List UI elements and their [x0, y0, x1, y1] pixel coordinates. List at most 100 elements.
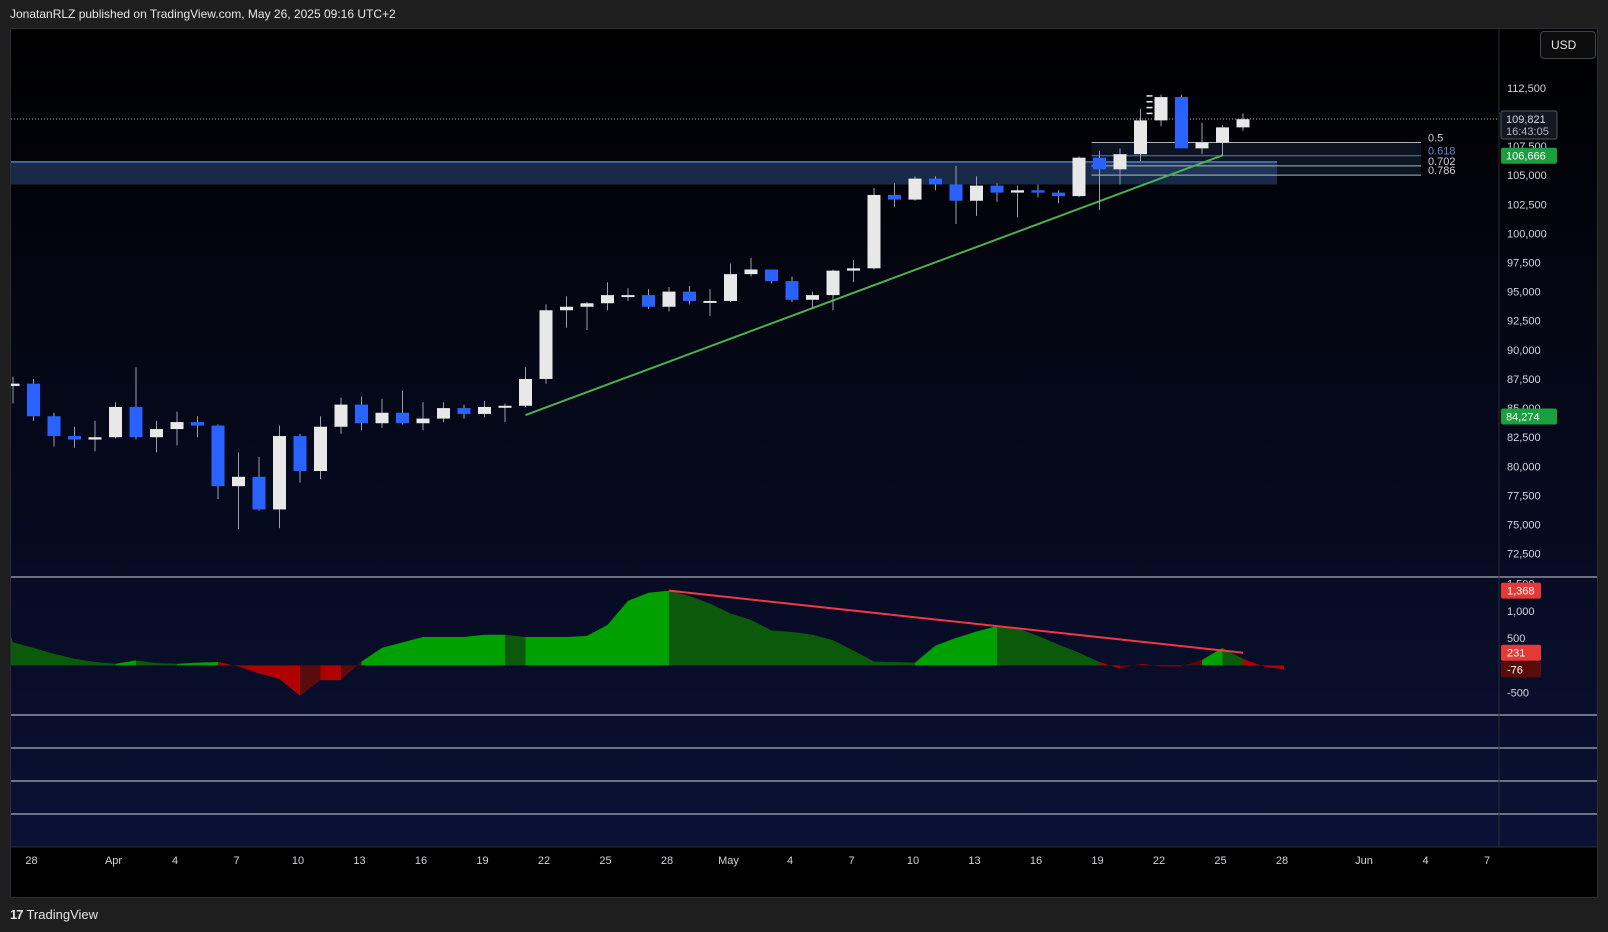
time-axis-label: 16 [415, 855, 427, 867]
time-axis-label: 7 [233, 855, 239, 867]
candle-body [621, 295, 635, 298]
oscillator-segment [1161, 665, 1182, 667]
candle-body [191, 422, 204, 426]
time-axis-label: Jun [1355, 855, 1373, 867]
oscillator-segment [894, 662, 915, 666]
oscillator-segment [997, 626, 1018, 666]
candle-body [1236, 119, 1250, 128]
candle-body [314, 426, 327, 471]
candle-body [1052, 192, 1065, 197]
oscillator-badge-text: 231 [1507, 648, 1525, 660]
time-axis-label: 7 [848, 855, 854, 867]
time-axis-label: 10 [292, 855, 304, 867]
oscillator-segment [976, 626, 997, 666]
supply-zone [11, 161, 1277, 185]
price-badge-text: 109,821 [1506, 114, 1546, 126]
time-axis-label: 13 [353, 855, 365, 867]
price-axis-label: 87,500 [1507, 374, 1541, 386]
publisher-header: JonatanRLZ published on TradingView.com,… [0, 0, 1608, 28]
candle-body [498, 405, 512, 408]
currency-button[interactable]: USD [1540, 31, 1596, 59]
candle-body [1195, 142, 1209, 149]
price-axis-label: 75,000 [1507, 520, 1541, 532]
candle-body [252, 476, 266, 510]
oscillator-axis-label: 1,000 [1507, 606, 1535, 618]
price-badge-text: 84,274 [1506, 412, 1540, 424]
price-badge-countdown: 16:43:05 [1506, 126, 1549, 138]
candle-body [273, 436, 286, 510]
oscillator-segment [197, 662, 218, 666]
candle-body [847, 268, 860, 271]
candle-body [27, 383, 40, 417]
price-axis-label: 100,000 [1507, 228, 1547, 240]
tradingview-logo[interactable]: 17 TradingView [10, 907, 98, 922]
candle-body [703, 300, 717, 303]
candle-body [109, 406, 122, 438]
time-axis-label: 19 [1091, 855, 1103, 867]
candle-body [1031, 190, 1045, 193]
oscillator-segment [689, 596, 710, 666]
candle-body [129, 406, 143, 438]
time-axis-label: 25 [599, 855, 611, 867]
price-axis-label: 97,500 [1507, 257, 1541, 269]
oscillator-badge-text: 1,368 [1507, 586, 1535, 598]
chart-canvas[interactable]: 0.50.6180.7020.786 112,500110,000107,500… [11, 29, 1598, 898]
chart-frame[interactable]: 0.50.6180.7020.786 112,500110,000107,500… [10, 28, 1598, 898]
oscillator-segment [566, 635, 587, 666]
price-axis-label: 72,500 [1507, 549, 1541, 561]
oscillator-segment [771, 630, 792, 666]
supply-zone-top-edge [11, 161, 1277, 163]
fib-level-label: 0.5 [1428, 133, 1443, 145]
candle-body [355, 404, 368, 424]
candle-body [867, 194, 881, 269]
candle-body [826, 270, 840, 296]
oscillator-segment [874, 661, 895, 666]
price-axis-label: 80,000 [1507, 461, 1541, 473]
time-axis-label: 16 [1030, 855, 1042, 867]
fib-level-label: 0.786 [1428, 165, 1456, 177]
oscillator-segment [792, 632, 813, 666]
candle-body [88, 437, 102, 440]
candle-body [457, 408, 471, 414]
publisher-line: JonatanRLZ published on TradingView.com,… [10, 7, 396, 21]
candle-body [170, 422, 184, 430]
tradingview-logo-icon: 17 [10, 907, 24, 922]
oscillator-segment [546, 636, 567, 666]
time-axis-label: 4 [172, 855, 178, 867]
candle-body [396, 412, 409, 424]
oscillator-segment [443, 636, 464, 666]
candle-body [519, 378, 532, 406]
candle-body [990, 185, 1004, 193]
oscillator-badge-text: -76 [1507, 664, 1523, 676]
oscillator-segment [669, 590, 690, 666]
oscillator-segment [628, 592, 649, 666]
candle-body [416, 418, 430, 424]
candle-body [744, 269, 758, 275]
time-axis-label: 19 [476, 855, 488, 867]
oscillator-segment [464, 634, 485, 666]
candle-body [1113, 154, 1127, 170]
oscillator-axis-label: -500 [1507, 688, 1529, 700]
time-axis-label: 22 [538, 855, 550, 867]
candle-body [949, 184, 963, 201]
candle-body [929, 178, 942, 185]
candle-body [601, 295, 614, 304]
tradingview-logo-text: TradingView [26, 907, 99, 922]
candle-body [1093, 157, 1106, 170]
price-axis-label: 77,500 [1507, 490, 1541, 502]
oscillator-segment [484, 634, 505, 666]
candle-body [560, 306, 573, 311]
candle-body [478, 406, 491, 414]
candle-body [806, 295, 819, 300]
candle-body [539, 310, 553, 379]
candle-body [293, 436, 307, 471]
time-axis-label: May [718, 855, 739, 867]
price-axis-label: 82,500 [1507, 432, 1541, 444]
price-badge-text: 106,666 [1506, 151, 1546, 163]
candle-body [683, 291, 696, 301]
candle-body [437, 408, 450, 419]
candle-body [662, 291, 676, 307]
currency-label: USD [1551, 38, 1577, 52]
candle-body [11, 383, 20, 386]
time-axis-label: 4 [1422, 855, 1428, 867]
